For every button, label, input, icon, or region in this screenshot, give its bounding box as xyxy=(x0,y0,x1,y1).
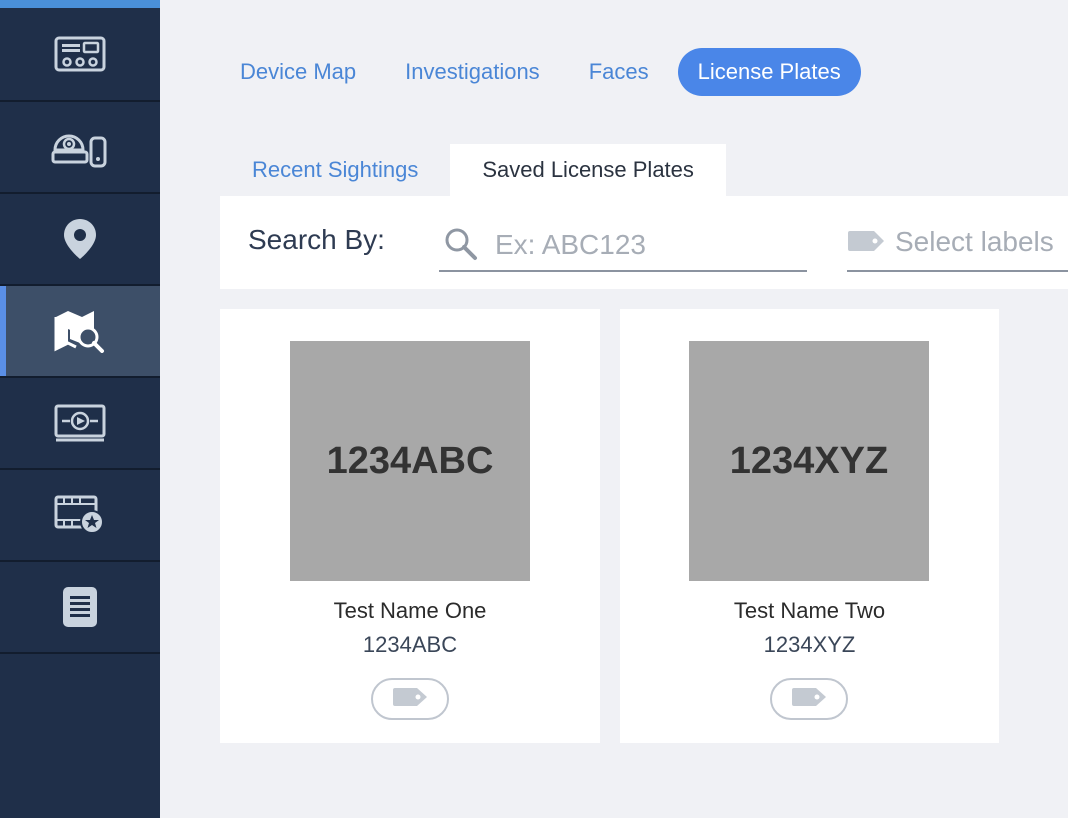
plate-number: 1234XYZ xyxy=(763,632,856,657)
tab-faces[interactable]: Faces xyxy=(569,48,669,96)
sidebar-item-devices[interactable] xyxy=(0,102,160,194)
add-label-button[interactable] xyxy=(371,678,449,720)
tab-investigations[interactable]: Investigations xyxy=(385,48,560,96)
label-select-dropdown[interactable]: Select labels xyxy=(847,220,1068,272)
label-select-placeholder: Select labels xyxy=(895,226,1054,257)
sub-tabs: Recent Sightings Saved License Plates xyxy=(220,144,726,196)
document-icon xyxy=(62,586,98,628)
subtab-saved-license-plates[interactable]: Saved License Plates xyxy=(450,144,726,196)
sidebar-item-bookmarks[interactable] xyxy=(0,470,160,562)
sidebar-item-investigations[interactable] xyxy=(0,286,160,378)
search-panel: Search By: Select labels xyxy=(220,196,1068,289)
monitor-play-icon xyxy=(54,404,106,442)
plate-image: 1234XYZ xyxy=(689,341,929,581)
plate-owner-name: Test Name Two xyxy=(733,598,886,623)
sidebar-item-video-wall[interactable] xyxy=(0,378,160,470)
search-icon xyxy=(443,226,479,267)
subtab-recent-sightings[interactable]: Recent Sightings xyxy=(220,144,450,196)
plate-image-text: 1234ABC xyxy=(326,439,494,482)
plate-image: 1234ABC xyxy=(290,341,530,581)
map-pin-icon xyxy=(62,217,98,261)
film-star-icon xyxy=(54,495,106,535)
tag-icon xyxy=(791,687,827,712)
plate-search-input[interactable] xyxy=(493,224,797,266)
plate-card[interactable]: 1234XYZ Test Name Two 1234XYZ xyxy=(620,309,999,743)
plate-image-text: 1234XYZ xyxy=(729,439,889,482)
sidebar xyxy=(0,0,160,818)
search-by-label: Search By: xyxy=(248,224,385,255)
sidebar-item-reports[interactable] xyxy=(0,562,160,654)
plate-search-field[interactable] xyxy=(439,220,807,272)
add-label-button[interactable] xyxy=(770,678,848,720)
plate-card[interactable]: 1234ABC Test Name One 1234ABC xyxy=(220,309,600,743)
tab-license-plates[interactable]: License Plates xyxy=(677,48,861,96)
map-search-icon xyxy=(54,309,106,353)
tab-device-map[interactable]: Device Map xyxy=(220,48,376,96)
sidebar-item-locations[interactable] xyxy=(0,194,160,286)
main-tabs: Device Map Investigations Faces License … xyxy=(220,48,870,96)
tag-icon xyxy=(847,230,885,257)
plate-number: 1234ABC xyxy=(362,632,458,657)
tag-icon xyxy=(392,687,428,712)
plate-owner-name: Test Name One xyxy=(333,598,487,623)
camera-device-icon xyxy=(51,126,109,168)
sidebar-item-control-panel[interactable] xyxy=(0,8,160,102)
sidebar-accent-bar xyxy=(0,0,160,8)
control-panel-icon xyxy=(54,36,106,72)
